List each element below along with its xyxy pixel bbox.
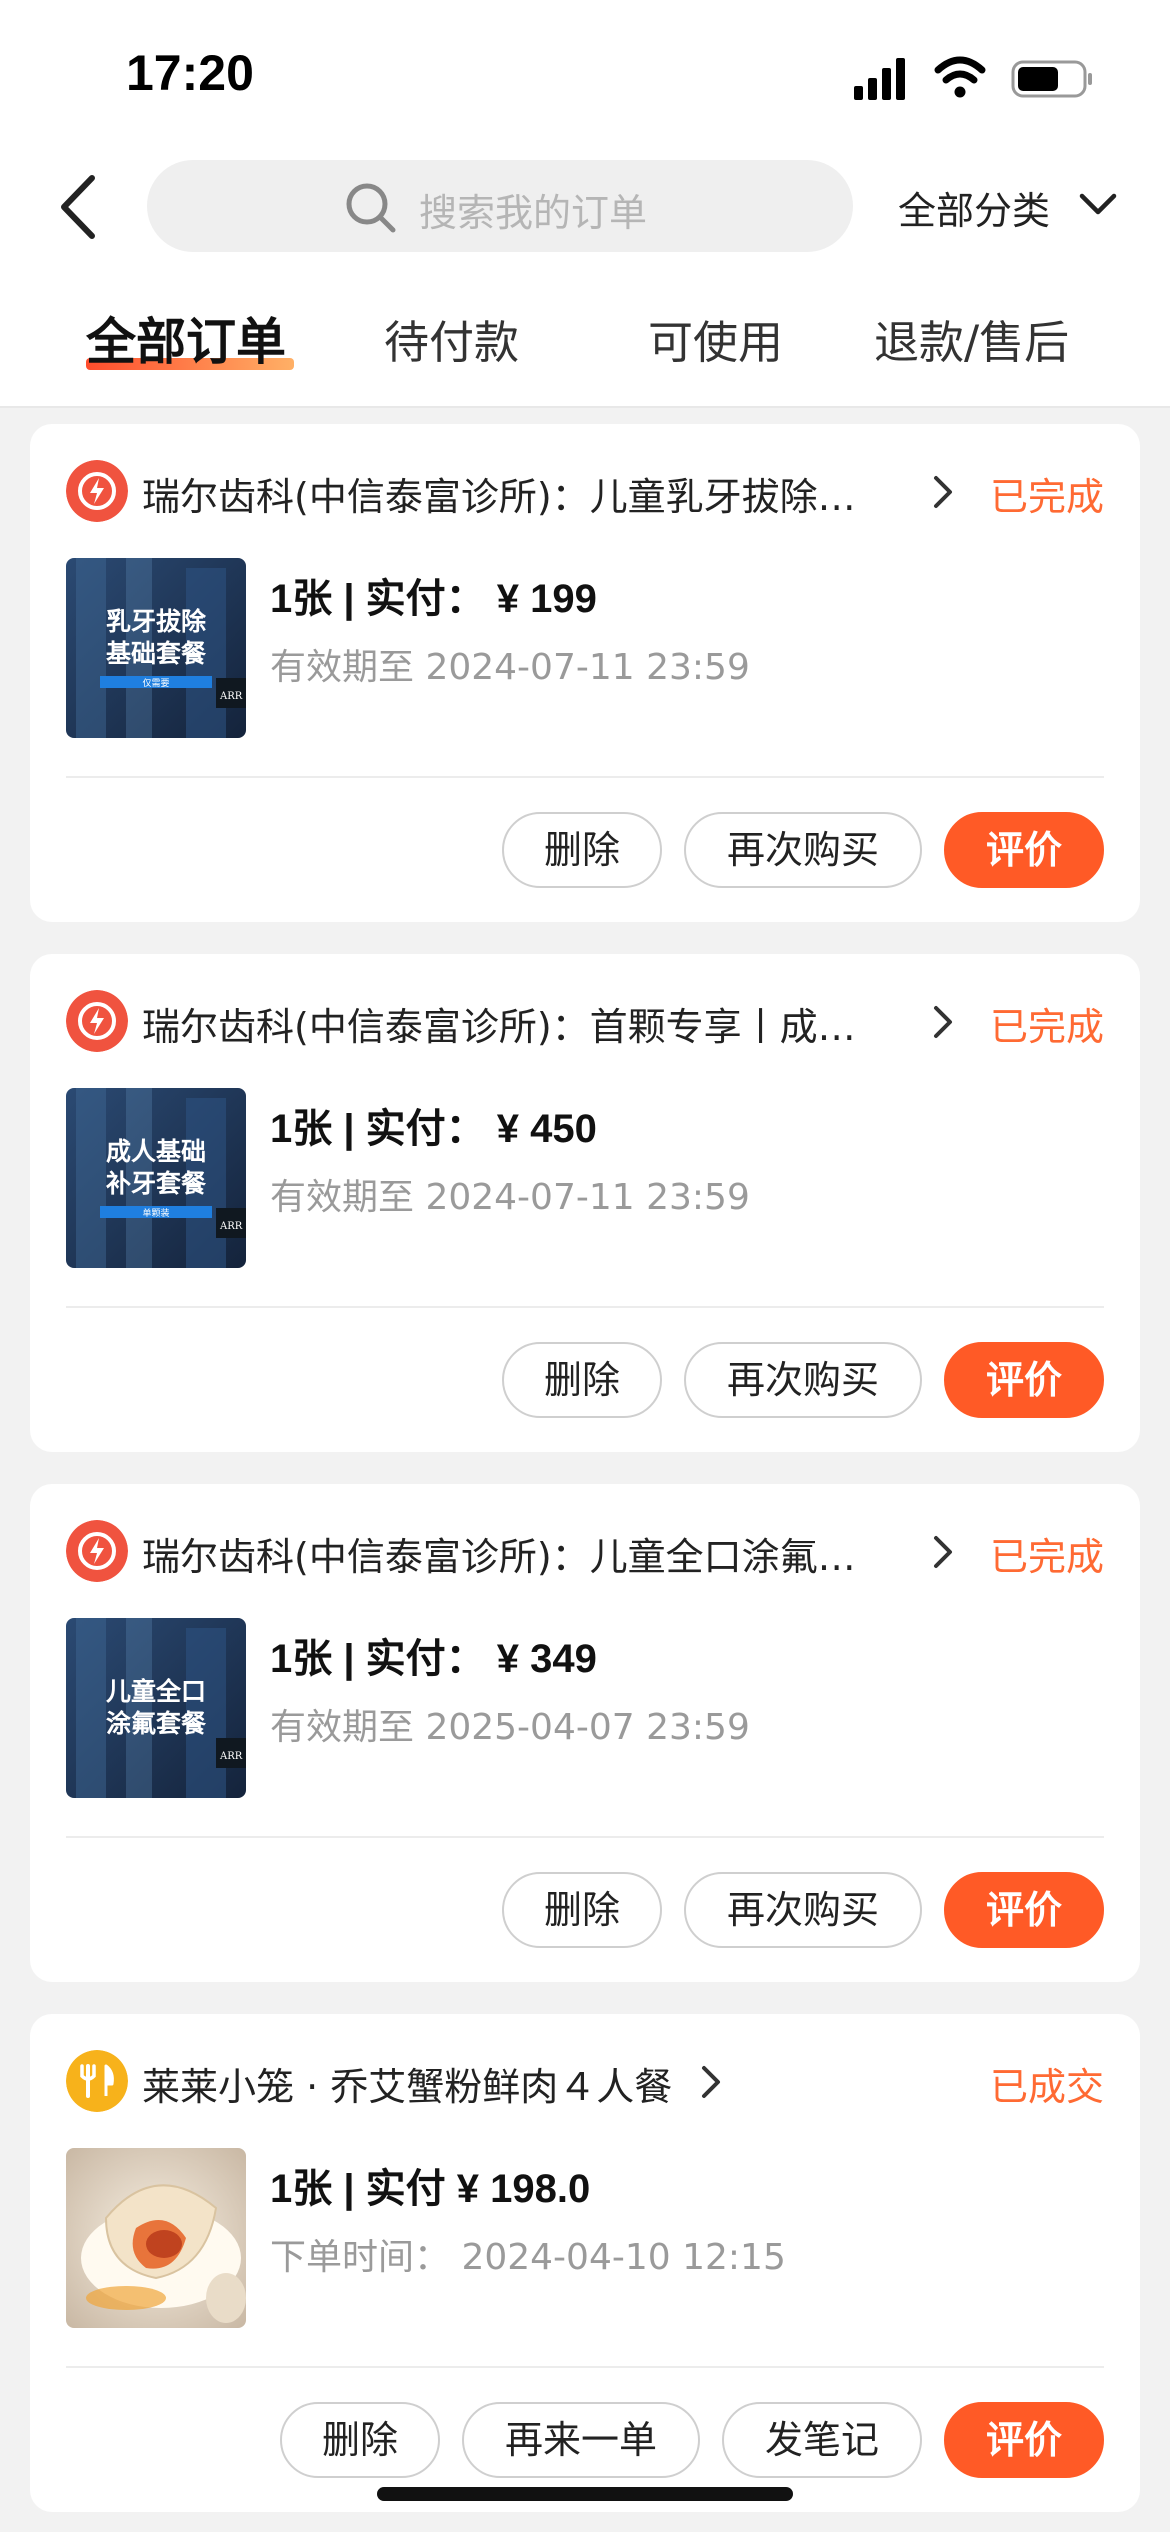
thumb-watermark: ARR: [219, 691, 243, 702]
lightning-icon: [66, 460, 128, 522]
tab-all-orders[interactable]: 全部订单: [86, 302, 286, 374]
battery-icon: [1011, 60, 1092, 98]
price-line: 1张 | 实付 ¥ 198.0: [270, 2167, 591, 2211]
price-line: 1张 | 实付： ¥ 199: [270, 577, 597, 621]
order-card[interactable]: 瑞尔齿科(中信泰富诊所)：儿童乳牙拔除… 已完成 乳牙拔除 基础套餐 仅需要 A…: [30, 424, 1140, 922]
buy-again-button[interactable]: 再次购买: [684, 1872, 922, 1948]
order-title[interactable]: 瑞尔齿科(中信泰富诊所)：儿童乳牙拔除…: [142, 466, 902, 521]
divider: [66, 2366, 1104, 2368]
chevron-right-icon[interactable]: [930, 1534, 956, 1570]
thumbnail-image: 乳牙拔除 基础套餐 仅需要 ARR: [66, 558, 246, 738]
order-again-button[interactable]: 再来一单: [462, 2402, 700, 2478]
product-thumbnail[interactable]: 乳牙拔除 基础套餐 仅需要 ARR: [66, 558, 246, 738]
review-button[interactable]: 评价: [944, 2402, 1104, 2478]
category-label: 全部分类: [898, 189, 1051, 233]
order-card[interactable]: 瑞尔齿科(中信泰富诊所)：儿童全口涂氟… 已完成 儿童全口 涂氟套餐 ARR 1…: [30, 1484, 1140, 1982]
signal-icon: [854, 58, 905, 100]
order-status: 已完成: [989, 1005, 1104, 1049]
order-time: 下单时间： 2024-04-10 12:15: [270, 2237, 786, 2278]
lightning-icon: [66, 1520, 128, 1582]
review-button[interactable]: 评价: [944, 1342, 1104, 1418]
product-thumbnail[interactable]: 成人基础 补牙套餐 单颗装 ARR: [66, 1088, 246, 1268]
product-thumbnail[interactable]: [66, 2148, 246, 2328]
thumb-line-1: 成人基础: [106, 1137, 206, 1166]
order-status: 已成交: [989, 2065, 1104, 2109]
thumb-tag: 仅需要: [142, 677, 169, 689]
thumb-watermark: ARR: [219, 1751, 243, 1762]
status-icons: [854, 56, 1092, 100]
order-title[interactable]: 莱莱小笼 · 乔艾蟹粉鲜肉４人餐: [142, 2056, 682, 2111]
review-button[interactable]: 评价: [944, 1872, 1104, 1948]
lightning-icon: [66, 990, 128, 1052]
price-line: 1张 | 实付： ¥ 450: [270, 1107, 597, 1151]
delete-button[interactable]: 删除: [502, 812, 662, 888]
valid-until: 有效期至 2024-07-11 23:59: [270, 1177, 750, 1218]
divider: [66, 1836, 1104, 1838]
order-title[interactable]: 瑞尔齿科(中信泰富诊所)：儿童全口涂氟…: [142, 1526, 902, 1581]
thumb-watermark: ARR: [219, 1221, 243, 1232]
buy-again-button[interactable]: 再次购买: [684, 1342, 922, 1418]
home-indicator[interactable]: [377, 2487, 793, 2501]
search-icon: [346, 183, 396, 233]
top-bar: 17:20 搜索我的订单 全部分类 全部订单 待付款 可使用 退款/售后: [0, 0, 1170, 408]
order-title[interactable]: 瑞尔齿科(中信泰富诊所)：首颗专享丨成…: [142, 996, 902, 1051]
category-dropdown[interactable]: 全部分类: [898, 180, 1128, 233]
status-bar: 17:20: [0, 0, 1170, 150]
review-button[interactable]: 评价: [944, 812, 1104, 888]
tab-refund[interactable]: 退款/售后: [874, 306, 1069, 371]
divider: [0, 406, 1170, 408]
post-note-button[interactable]: 发笔记: [722, 2402, 922, 2478]
thumb-line-1: 儿童全口: [106, 1677, 206, 1706]
status-time: 17:20: [126, 45, 254, 101]
order-tabs: 全部订单 待付款 可使用 退款/售后: [0, 300, 1170, 380]
thumb-tag: 单颗装: [142, 1207, 169, 1219]
order-card[interactable]: 莱莱小笼 · 乔艾蟹粉鲜肉４人餐 已成交 1张 | 实付 ¥ 198.0 下单时…: [30, 2014, 1140, 2512]
thumbnail-image: 成人基础 补牙套餐 单颗装 ARR: [66, 1088, 246, 1268]
thumb-line-2: 补牙套餐: [106, 1169, 207, 1198]
dumpling-image: [66, 2148, 246, 2328]
valid-until: 有效期至 2024-07-11 23:59: [270, 647, 750, 688]
search-input[interactable]: 搜索我的订单: [147, 160, 853, 252]
tab-usable[interactable]: 可使用: [648, 306, 783, 371]
fork-knife-icon: [66, 2050, 128, 2112]
tab-pending-payment[interactable]: 待付款: [384, 306, 519, 371]
thumbnail-image: 儿童全口 涂氟套餐 ARR: [66, 1618, 246, 1798]
order-status: 已完成: [989, 475, 1104, 519]
chevron-right-icon[interactable]: [698, 2064, 724, 2100]
delete-button[interactable]: 删除: [502, 1872, 662, 1948]
order-status: 已完成: [989, 1535, 1104, 1579]
valid-until: 有效期至 2025-04-07 23:59: [270, 1707, 750, 1748]
search-row: 搜索我的订单 全部分类: [0, 160, 1170, 252]
delete-button[interactable]: 删除: [280, 2402, 440, 2478]
order-card[interactable]: 瑞尔齿科(中信泰富诊所)：首颗专享丨成… 已完成 成人基础 补牙套餐 单颗装 A…: [30, 954, 1140, 1452]
chevron-right-icon[interactable]: [930, 1004, 956, 1040]
wifi-icon: [934, 56, 986, 98]
product-thumbnail[interactable]: 儿童全口 涂氟套餐 ARR: [66, 1618, 246, 1798]
chevron-down-icon: [1079, 193, 1117, 215]
back-arrow-icon[interactable]: [54, 172, 104, 242]
search-placeholder: 搜索我的订单: [419, 191, 648, 235]
buy-again-button[interactable]: 再次购买: [684, 812, 922, 888]
divider: [66, 776, 1104, 778]
thumb-line-2: 基础套餐: [106, 639, 207, 668]
thumb-line-1: 乳牙拔除: [106, 607, 207, 636]
thumb-line-2: 涂氟套餐: [106, 1709, 207, 1738]
divider: [66, 1306, 1104, 1308]
price-line: 1张 | 实付： ¥ 349: [270, 1637, 597, 1681]
chevron-right-icon[interactable]: [930, 474, 956, 510]
delete-button[interactable]: 删除: [502, 1342, 662, 1418]
